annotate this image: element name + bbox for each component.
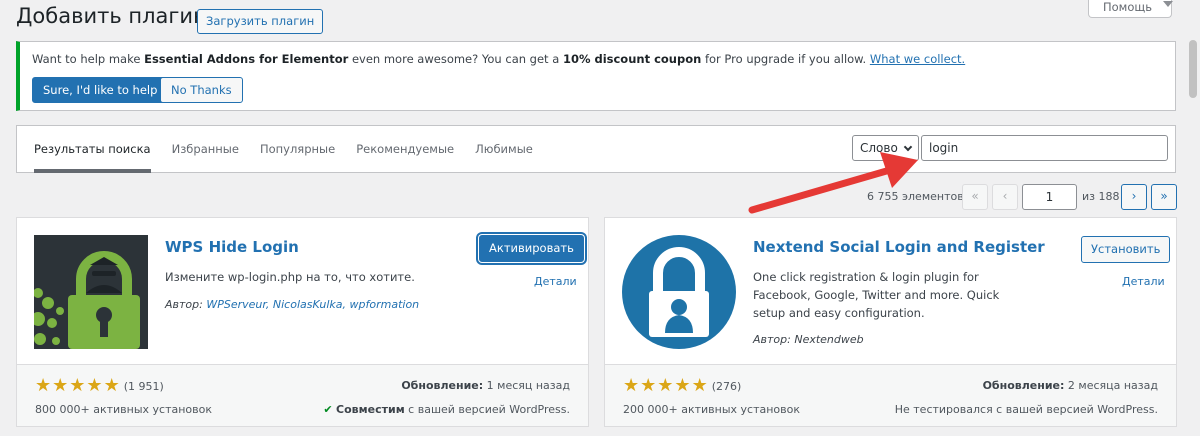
star-icon: ★ (35, 375, 52, 396)
plugin-filter-bar: Результаты поиска Избранные Популярные Р… (16, 125, 1176, 173)
total-pages: из 188 (1082, 190, 1120, 203)
tab-favorites[interactable]: Любимые (475, 126, 533, 173)
notice-text: Want to help make Essential Addons for E… (32, 52, 966, 66)
what-we-collect-link[interactable]: What we collect. (870, 52, 965, 66)
padlock-user-icon (622, 235, 736, 349)
plugin-author: Автор: WPServeur, NicolasKulka, wpformat… (165, 298, 420, 311)
rating-count: (276) (711, 379, 742, 393)
page-title: Добавить плагины (16, 4, 224, 28)
author-name: Nextendweb (794, 333, 864, 346)
star-icon: ★ (69, 375, 86, 396)
plugin-card-wps-hide-login: WPS Hide Login Измените wp-login.php на … (16, 217, 589, 427)
decline-tracking-button[interactable]: No Thanks (160, 77, 243, 103)
star-icon: ★ (657, 375, 674, 396)
search-input[interactable]: login (921, 135, 1168, 161)
admin-notice: Want to help make Essential Addons for E… (16, 41, 1176, 111)
checkmark-icon: ✔ (323, 403, 333, 416)
rating-count: (1 951) (123, 379, 164, 393)
active-installs: 800 000+ активных установок (35, 403, 212, 416)
active-installs: 200 000+ активных установок (623, 403, 800, 416)
plugin-description: One click registration & login plugin fo… (753, 270, 1000, 320)
help-tab-button[interactable]: Помощь (1088, 0, 1173, 18)
details-link[interactable]: Детали (534, 275, 577, 288)
star-icon: ★ (691, 375, 708, 396)
annotation-arrow-icon (748, 152, 918, 214)
star-icon: ★ (640, 375, 657, 396)
tab-search-results[interactable]: Результаты поиска (34, 126, 151, 173)
tab-recommended[interactable]: Рекомендуемые (356, 126, 454, 173)
activate-button[interactable]: Активировать (479, 235, 584, 262)
plugin-card-nextend-social-login: Nextend Social Login and Register One cl… (604, 217, 1177, 427)
first-page-button[interactable]: « (962, 184, 988, 210)
tab-popular[interactable]: Популярные (260, 126, 335, 173)
compatibility: ✔ Совместим с вашей версией WordPress. (323, 403, 570, 416)
tab-featured[interactable]: Избранные (172, 126, 239, 173)
star-rating: ★ ★ ★ ★ ★ (1 951) (35, 377, 164, 395)
star-icon: ★ (623, 375, 640, 396)
caret-down-icon (1163, 1, 1173, 7)
plugin-author: Автор: Nextendweb (753, 333, 864, 346)
upload-plugin-button[interactable]: Загрузить плагин (197, 9, 324, 34)
star-rating: ★ ★ ★ ★ ★ (276) (623, 377, 741, 395)
last-updated: Обновление: 2 месяца назад (982, 379, 1158, 392)
star-icon: ★ (674, 375, 691, 396)
plugin-title[interactable]: Nextend Social Login and Register (753, 238, 1045, 256)
help-label: Помощь (1103, 0, 1153, 14)
compatibility: Не тестировался с вашей версией WordPres… (894, 403, 1158, 416)
padlock-spy-icon (34, 235, 148, 349)
author-link[interactable]: WPServeur, NicolasKulka, wpformation (206, 298, 419, 311)
current-page-input[interactable]: 1 (1022, 184, 1077, 210)
last-updated: Обновление: 1 месяц назад (401, 379, 570, 392)
star-icon: ★ (103, 375, 120, 396)
details-link[interactable]: Детали (1122, 275, 1165, 288)
star-icon: ★ (52, 375, 69, 396)
star-icon: ★ (86, 375, 103, 396)
plugin-description: Измените wp-login.php на то, что хотите. (165, 270, 415, 284)
accept-tracking-button[interactable]: Sure, I'd like to help (32, 77, 169, 103)
next-page-button[interactable]: › (1121, 184, 1147, 210)
install-button[interactable]: Установить (1081, 236, 1171, 263)
prev-page-button[interactable]: ‹ (992, 184, 1018, 210)
last-page-button[interactable]: » (1151, 184, 1177, 210)
plugin-title[interactable]: WPS Hide Login (165, 238, 299, 256)
scrollbar-thumb[interactable] (1189, 40, 1197, 98)
filter-tabs: Результаты поиска Избранные Популярные Р… (34, 126, 554, 173)
